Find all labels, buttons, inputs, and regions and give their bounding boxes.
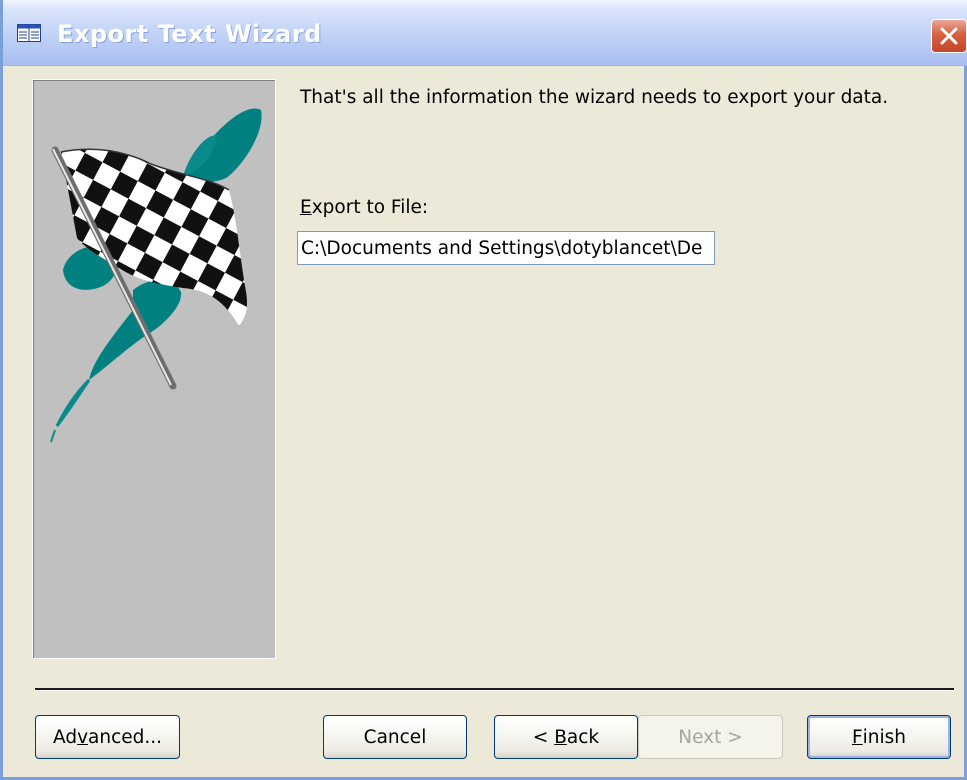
export-to-file-label: Export to File: <box>300 197 428 218</box>
export-label-text: xport to File: <box>311 197 429 218</box>
checkered-flag-icon <box>50 108 262 443</box>
export-file-path-input[interactable] <box>297 231 715 265</box>
advanced-button[interactable]: Ad v anced... <box>35 715 180 759</box>
title-bar[interactable]: Export Text Wizard <box>3 0 967 66</box>
wizard-image-panel <box>32 79 276 659</box>
back-button[interactable]: < Back <box>494 715 638 759</box>
advanced-label-pre: Ad <box>52 726 78 748</box>
back-label-pre: < <box>532 726 555 748</box>
finish-label-hotkey: F <box>851 726 863 748</box>
back-label-hotkey: B <box>554 726 567 748</box>
dialog-title: Export Text Wizard <box>57 20 322 48</box>
intro-message: That's all the information the wizard ne… <box>300 87 889 108</box>
next-button[interactable]: Next > <box>638 715 783 759</box>
cancel-label: Cancel <box>363 726 427 748</box>
advanced-label-post: anced... <box>88 726 163 748</box>
table-icon <box>17 24 41 42</box>
next-label: Next > <box>678 726 743 748</box>
finish-label-post: inish <box>862 726 907 748</box>
cancel-button[interactable]: Cancel <box>323 715 467 759</box>
advanced-label-hotkey: v <box>77 726 89 748</box>
export-label-hotkey: E <box>300 197 312 218</box>
back-label-post: ack <box>566 726 600 748</box>
export-text-wizard-dialog: Export Text Wizard That's all the inform… <box>0 0 967 780</box>
finish-button[interactable]: Finish <box>807 715 951 759</box>
button-divider <box>35 688 954 691</box>
close-button[interactable] <box>931 19 967 53</box>
